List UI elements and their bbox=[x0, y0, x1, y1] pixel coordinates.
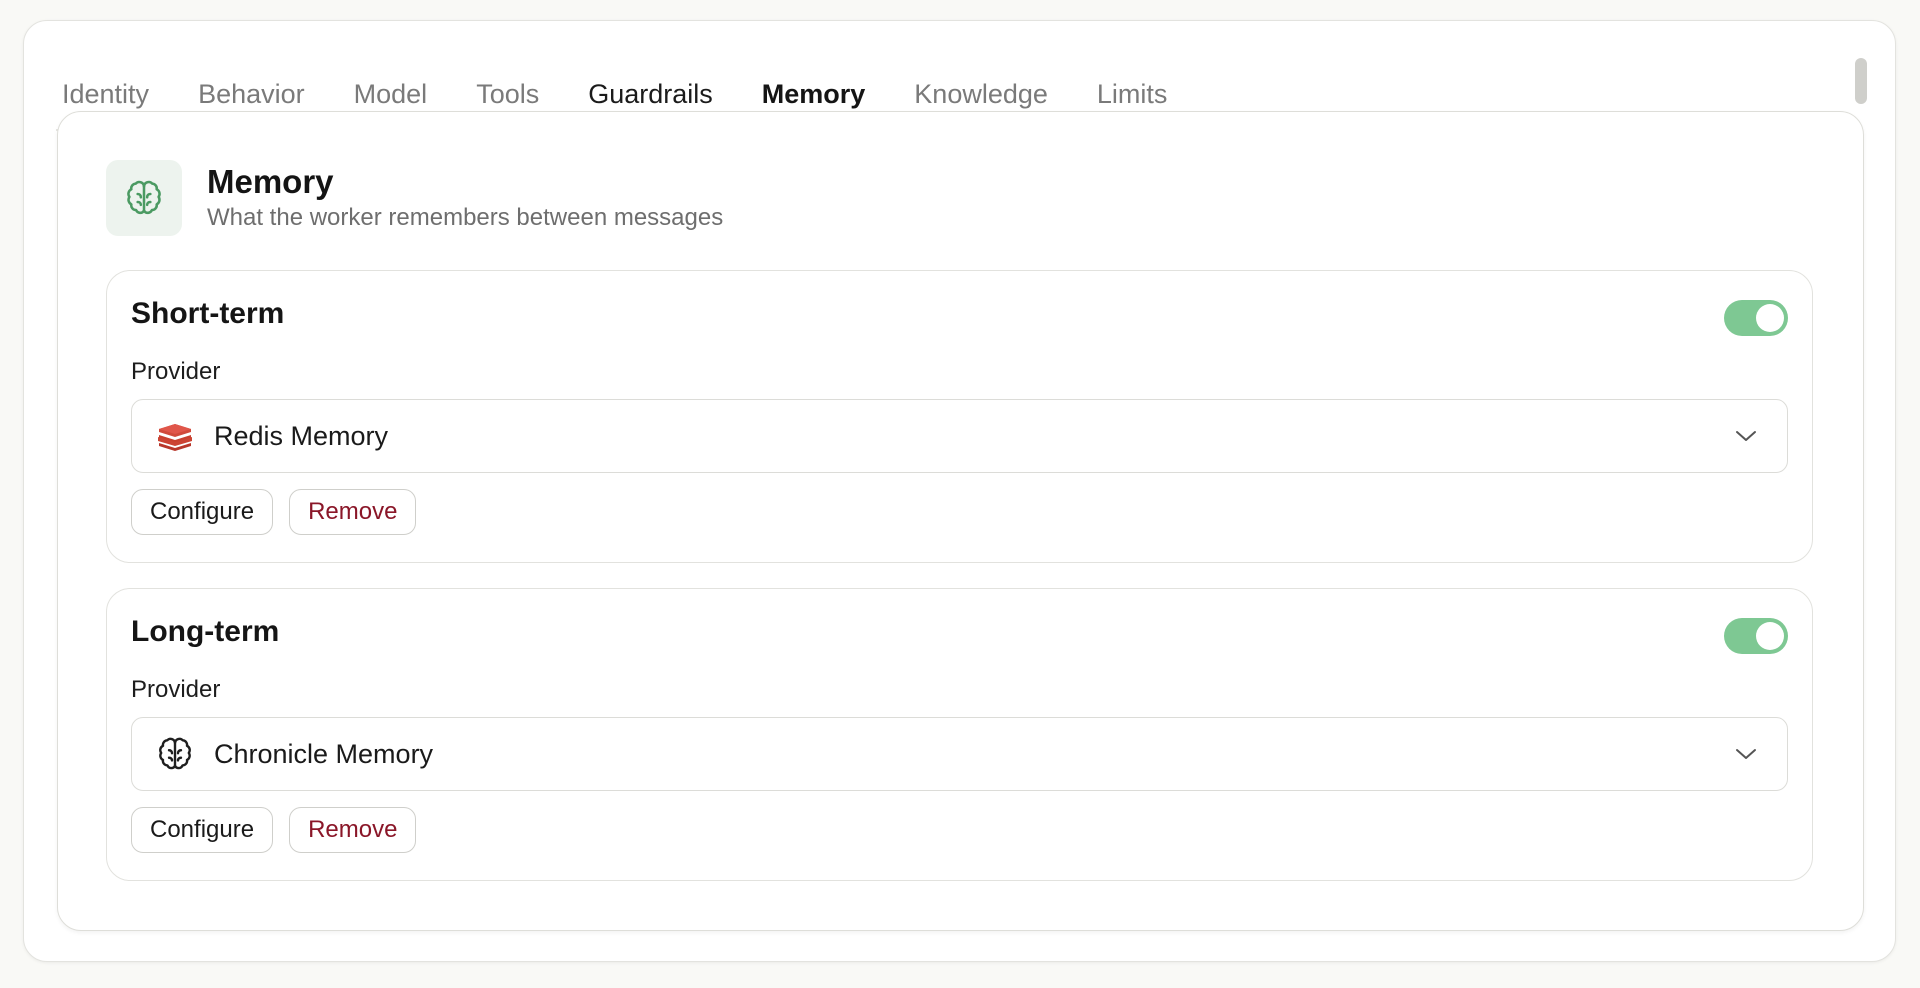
brain-icon bbox=[106, 160, 182, 236]
long-term-title: Long-term bbox=[131, 615, 280, 648]
toggle-knob bbox=[1756, 622, 1784, 650]
long-term-provider-label: Provider bbox=[131, 676, 221, 703]
scrollbar-thumb[interactable] bbox=[1855, 58, 1867, 104]
chevron-down-icon bbox=[1733, 423, 1759, 449]
short-term-toggle[interactable] bbox=[1724, 300, 1788, 336]
settings-window: Identity Behavior Model Tools Guardrails… bbox=[23, 20, 1896, 962]
short-term-title: Short-term bbox=[131, 297, 285, 330]
short-term-card: Short-term Provider Redis Memory Configu… bbox=[106, 270, 1813, 563]
section-title: Memory bbox=[207, 163, 334, 200]
section-header: Memory What the worker remembers between… bbox=[106, 160, 723, 236]
short-term-actions: Configure Remove bbox=[131, 489, 432, 535]
long-term-card: Long-term Provider Chronicle Memory Conf… bbox=[106, 588, 1813, 881]
redis-icon bbox=[154, 415, 196, 457]
section-subtitle: What the worker remembers between messag… bbox=[207, 204, 724, 231]
toggle-knob bbox=[1756, 304, 1784, 332]
long-term-actions: Configure Remove bbox=[131, 807, 432, 853]
long-term-configure-button[interactable]: Configure bbox=[131, 807, 274, 853]
long-term-remove-button[interactable]: Remove bbox=[289, 807, 417, 853]
short-term-configure-button[interactable]: Configure bbox=[131, 489, 274, 535]
chevron-down-icon bbox=[1733, 741, 1759, 767]
section-header-text: Memory What the worker remembers between… bbox=[207, 162, 723, 234]
long-term-toggle[interactable] bbox=[1724, 618, 1788, 654]
brain-icon bbox=[154, 733, 196, 775]
short-term-provider-select[interactable]: Redis Memory bbox=[131, 399, 1788, 473]
long-term-provider-value: Chronicle Memory bbox=[214, 738, 434, 769]
long-term-provider-select[interactable]: Chronicle Memory bbox=[131, 717, 1788, 791]
short-term-provider-value: Redis Memory bbox=[214, 420, 389, 451]
short-term-remove-button[interactable]: Remove bbox=[289, 489, 417, 535]
memory-panel: Memory What the worker remembers between… bbox=[57, 111, 1864, 931]
short-term-provider-label: Provider bbox=[131, 358, 221, 385]
